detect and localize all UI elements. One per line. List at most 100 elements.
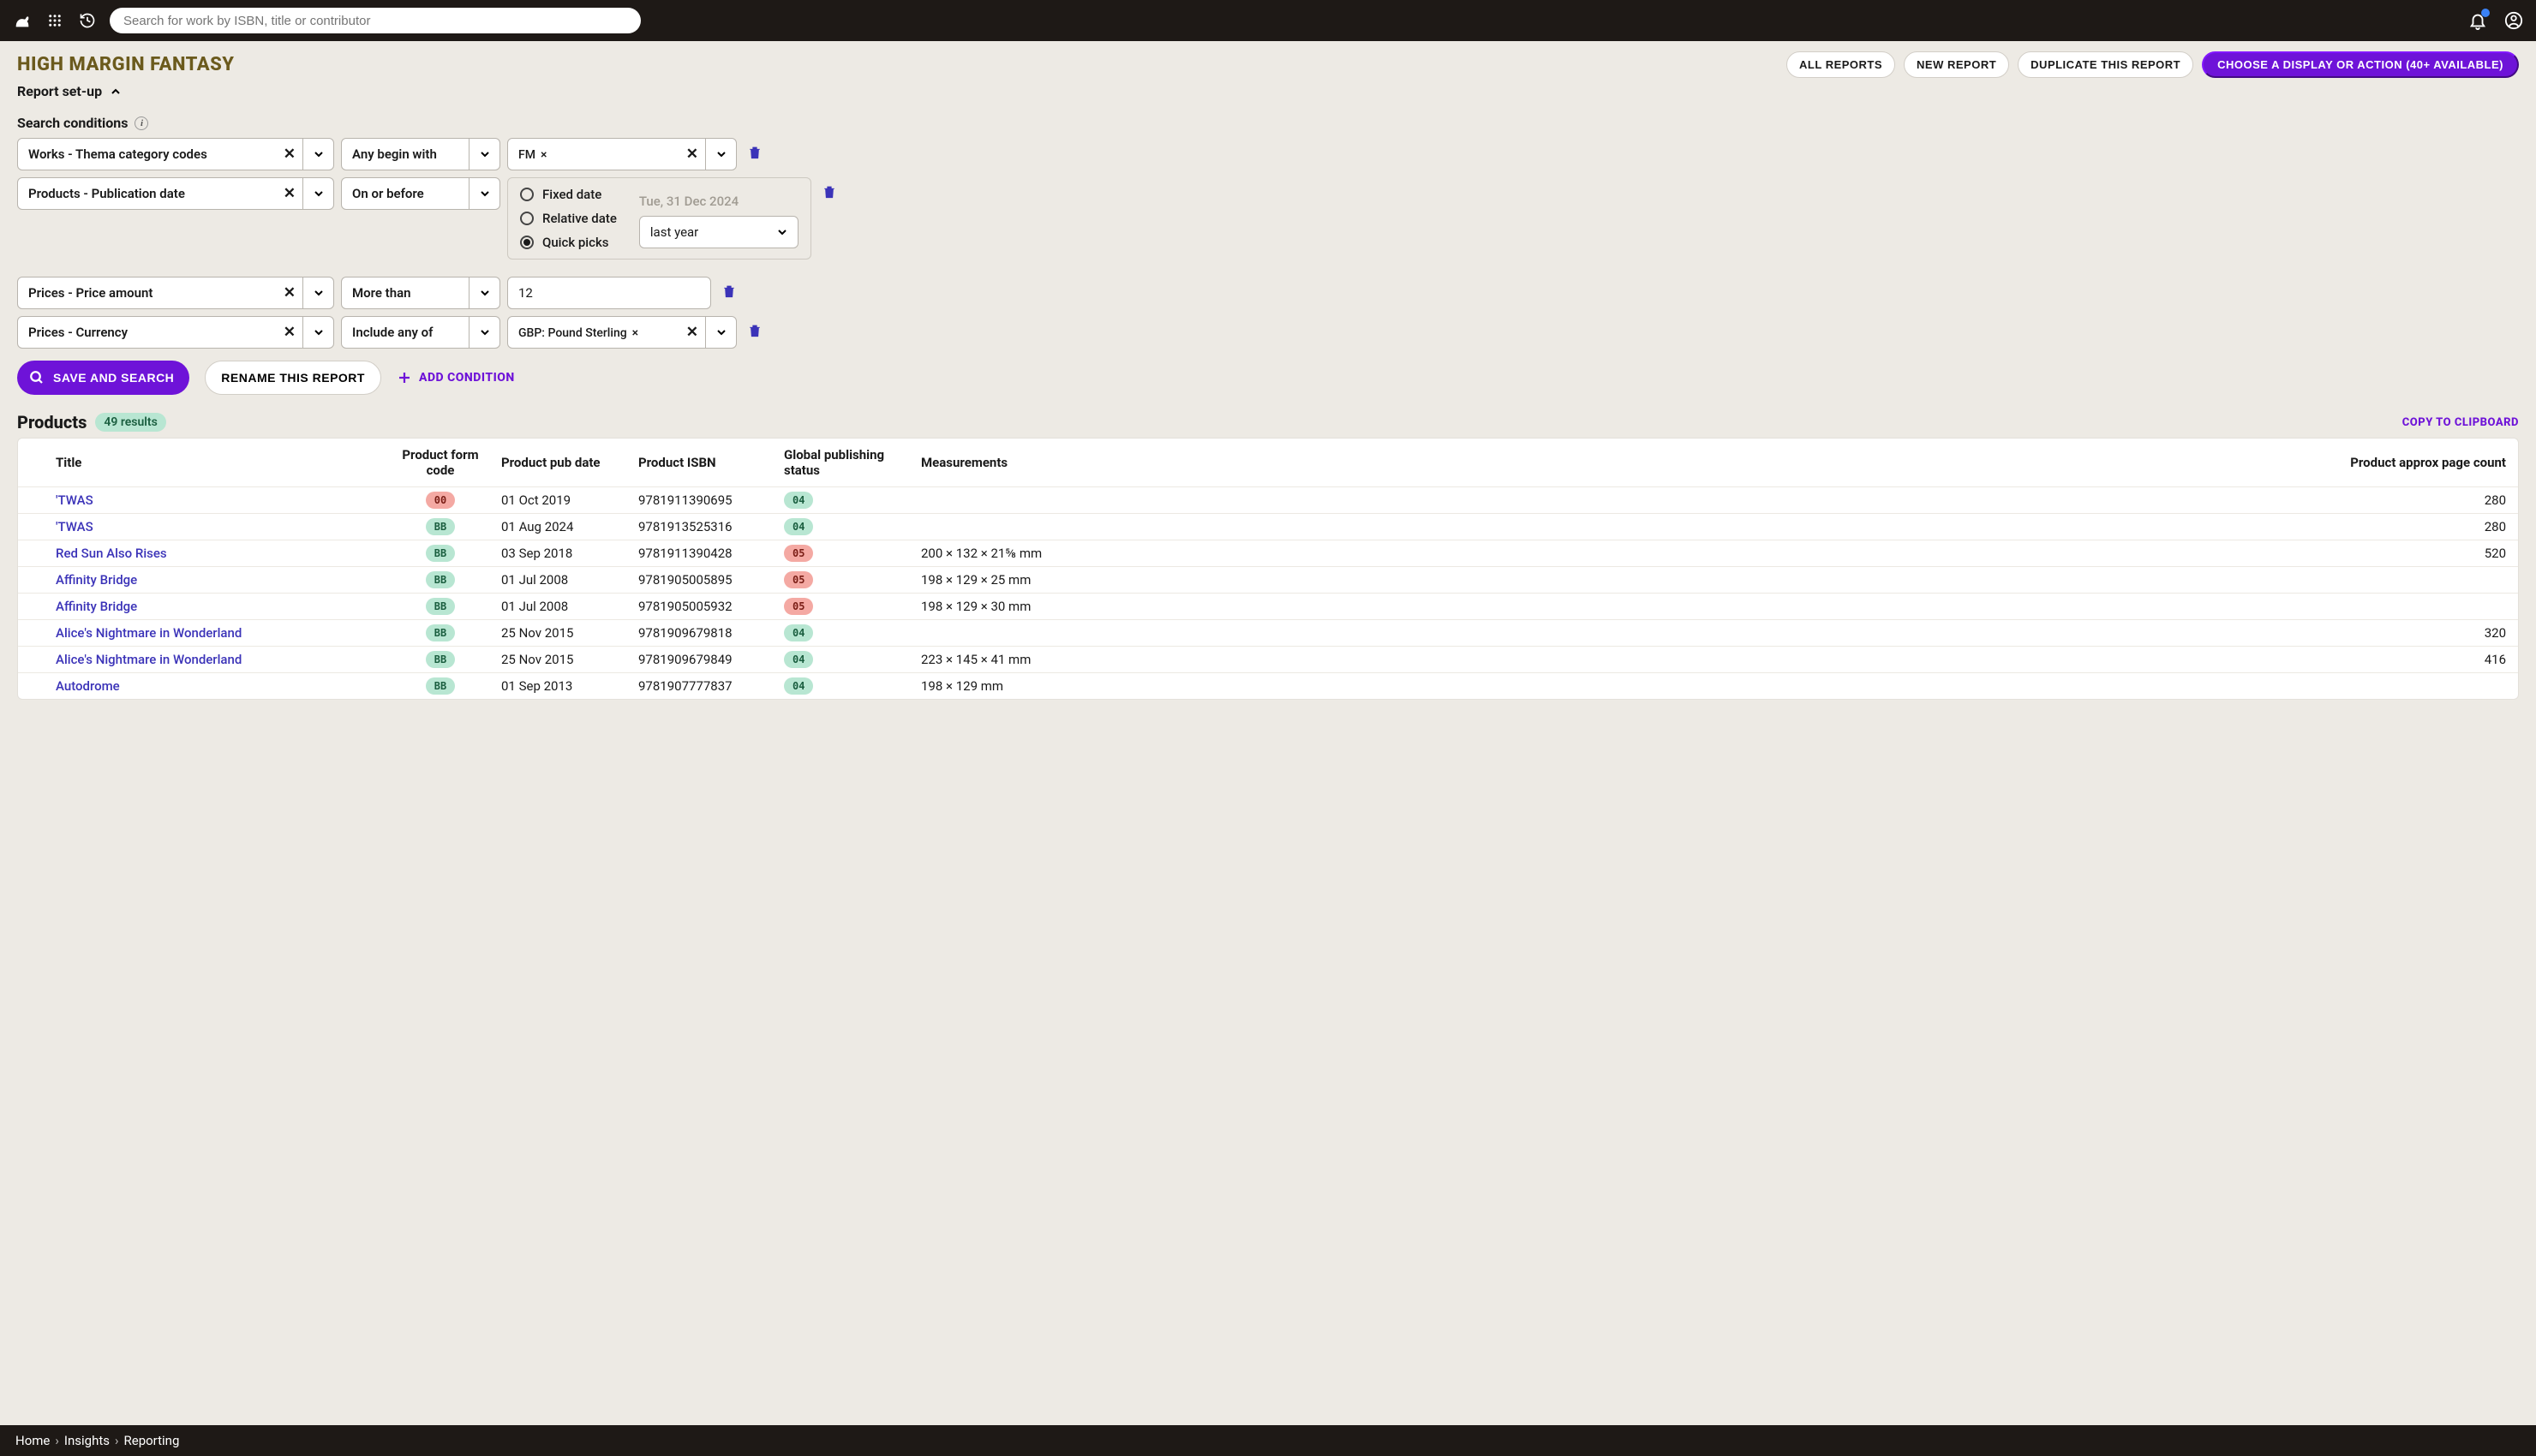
report-setup-toggle[interactable]: Report set-up [17,83,2519,99]
info-icon[interactable]: i [135,116,148,130]
clear-icon[interactable]: ✕ [277,146,302,163]
col-pages[interactable]: Product approx page count [1104,455,2518,470]
search-input[interactable] [123,14,627,28]
condition-op-label: Any begin with [342,146,469,162]
condition-op-label: More than [342,285,469,301]
col-title[interactable]: Title [51,455,385,470]
status-badge: 04 [784,492,813,509]
add-condition-button[interactable]: ADD CONDITION [397,370,515,385]
value-tag: GBP: Pound Sterling × [518,326,638,340]
row-title[interactable]: Alice's Nightmare in Wonderland [51,625,385,641]
breadcrumb-insights[interactable]: Insights [64,1433,110,1448]
radio-label: Relative date [542,211,617,226]
radio-relative-date[interactable]: Relative date [520,211,617,226]
duplicate-report-button[interactable]: DUPLICATE THIS REPORT [2018,51,2193,78]
chevron-down-icon[interactable] [469,139,499,170]
status-badge: 05 [784,571,813,588]
search-conditions-label: Search conditions [17,115,128,131]
row-pub-date: 01 Jul 2008 [496,572,633,588]
history-icon[interactable] [77,10,98,31]
clear-icon[interactable]: ✕ [679,324,705,341]
chevron-down-icon[interactable] [302,178,333,209]
chevron-down-icon[interactable] [302,277,333,308]
breadcrumb-sep: › [55,1433,59,1448]
account-icon[interactable] [2503,10,2524,31]
condition-row: Prices - Currency ✕ Include any of GBP: … [17,316,2519,349]
breadcrumb-home[interactable]: Home [15,1433,50,1448]
condition-op-select[interactable]: Include any of [341,316,500,349]
notifications-icon[interactable] [2467,10,2488,31]
chevron-up-icon [111,83,121,99]
form-code-badge: BB [426,571,455,588]
col-pub[interactable]: Product pub date [496,455,633,470]
condition-op-select[interactable]: Any begin with [341,138,500,170]
condition-value-input[interactable]: FM × ✕ [507,138,737,170]
chevron-down-icon[interactable] [302,317,333,348]
delete-condition-icon[interactable] [818,177,840,210]
clear-icon[interactable]: ✕ [277,284,302,301]
radio-fixed-date[interactable]: Fixed date [520,187,617,202]
row-title[interactable]: Affinity Bridge [51,572,385,588]
row-title[interactable]: 'TWAS [51,492,385,508]
choose-display-button[interactable]: CHOOSE A DISPLAY OR ACTION (40+ AVAILABL… [2202,51,2519,78]
chevron-down-icon[interactable] [302,139,333,170]
condition-field-select[interactable]: Prices - Price amount ✕ [17,277,334,309]
new-report-button[interactable]: NEW REPORT [1904,51,2009,78]
chevron-down-icon[interactable] [469,277,499,308]
row-pages: 416 [1104,652,2518,667]
row-title[interactable]: Alice's Nightmare in Wonderland [51,652,385,667]
chevron-down-icon[interactable] [469,317,499,348]
rename-report-button[interactable]: RENAME THIS REPORT [205,361,381,395]
clear-icon[interactable]: ✕ [277,185,302,202]
form-code-badge: BB [426,545,455,562]
copy-to-clipboard-button[interactable]: COPY TO CLIPBOARD [2402,416,2519,429]
radio-quick-picks[interactable]: Quick picks [520,235,617,250]
condition-op-select[interactable]: More than [341,277,500,309]
condition-field-label: Prices - Price amount [18,285,277,301]
delete-condition-icon[interactable] [744,316,766,349]
results-table: Title Product form code Product pub date… [17,438,2519,700]
row-title[interactable]: Affinity Bridge [51,599,385,614]
chevron-down-icon[interactable] [705,317,736,348]
search-icon [29,370,45,385]
global-search[interactable] [110,8,641,33]
all-reports-button[interactable]: ALL REPORTS [1786,51,1895,78]
row-isbn: 9781911390695 [633,492,779,508]
table-row: AutodromeBB01 Sep 2013978190777783704198… [18,672,2518,699]
chevron-down-icon[interactable] [705,139,736,170]
clear-icon[interactable]: ✕ [679,146,705,163]
delete-condition-icon[interactable] [718,277,740,309]
row-pub-date: 01 Oct 2019 [496,492,633,508]
row-pub-date: 03 Sep 2018 [496,546,633,561]
condition-op-select[interactable]: On or before [341,177,500,210]
row-measurements: 198 × 129 × 30 mm [916,599,1104,614]
condition-field-select[interactable]: Prices - Currency ✕ [17,316,334,349]
clear-icon[interactable]: ✕ [277,324,302,341]
condition-field-select[interactable]: Works - Thema category codes ✕ [17,138,334,170]
quick-pick-select[interactable]: last year [639,216,798,248]
condition-value-input[interactable]: GBP: Pound Sterling × ✕ [507,316,737,349]
row-title[interactable]: Red Sun Also Rises [51,546,385,561]
remove-tag-icon[interactable]: × [541,148,547,162]
col-form[interactable]: Product form code [385,447,496,478]
col-status[interactable]: Global publishing status [779,447,916,478]
row-title[interactable]: 'TWAS [51,519,385,534]
date-picker-panel: Fixed date Relative date Quick picks Tue… [507,177,811,260]
topbar [0,0,2536,41]
col-isbn[interactable]: Product ISBN [633,455,779,470]
save-and-search-button[interactable]: SAVE AND SEARCH [17,361,189,395]
condition-field-label: Works - Thema category codes [18,146,277,162]
breadcrumb-reporting[interactable]: Reporting [124,1433,180,1448]
row-title[interactable]: Autodrome [51,678,385,694]
col-meas[interactable]: Measurements [916,455,1104,470]
row-isbn: 9781905005932 [633,599,779,614]
condition-field-select[interactable]: Products - Publication date ✕ [17,177,334,210]
remove-tag-icon[interactable]: × [632,326,638,340]
table-row: 'TWAS0001 Oct 2019978191139069504280 [18,486,2518,513]
delete-condition-icon[interactable] [744,138,766,170]
condition-value-input[interactable]: 12 [507,277,711,309]
chevron-down-icon[interactable] [469,178,499,209]
row-measurements: 223 × 145 × 41 mm [916,652,1104,667]
radio-icon [520,236,534,249]
apps-icon[interactable] [45,10,65,31]
